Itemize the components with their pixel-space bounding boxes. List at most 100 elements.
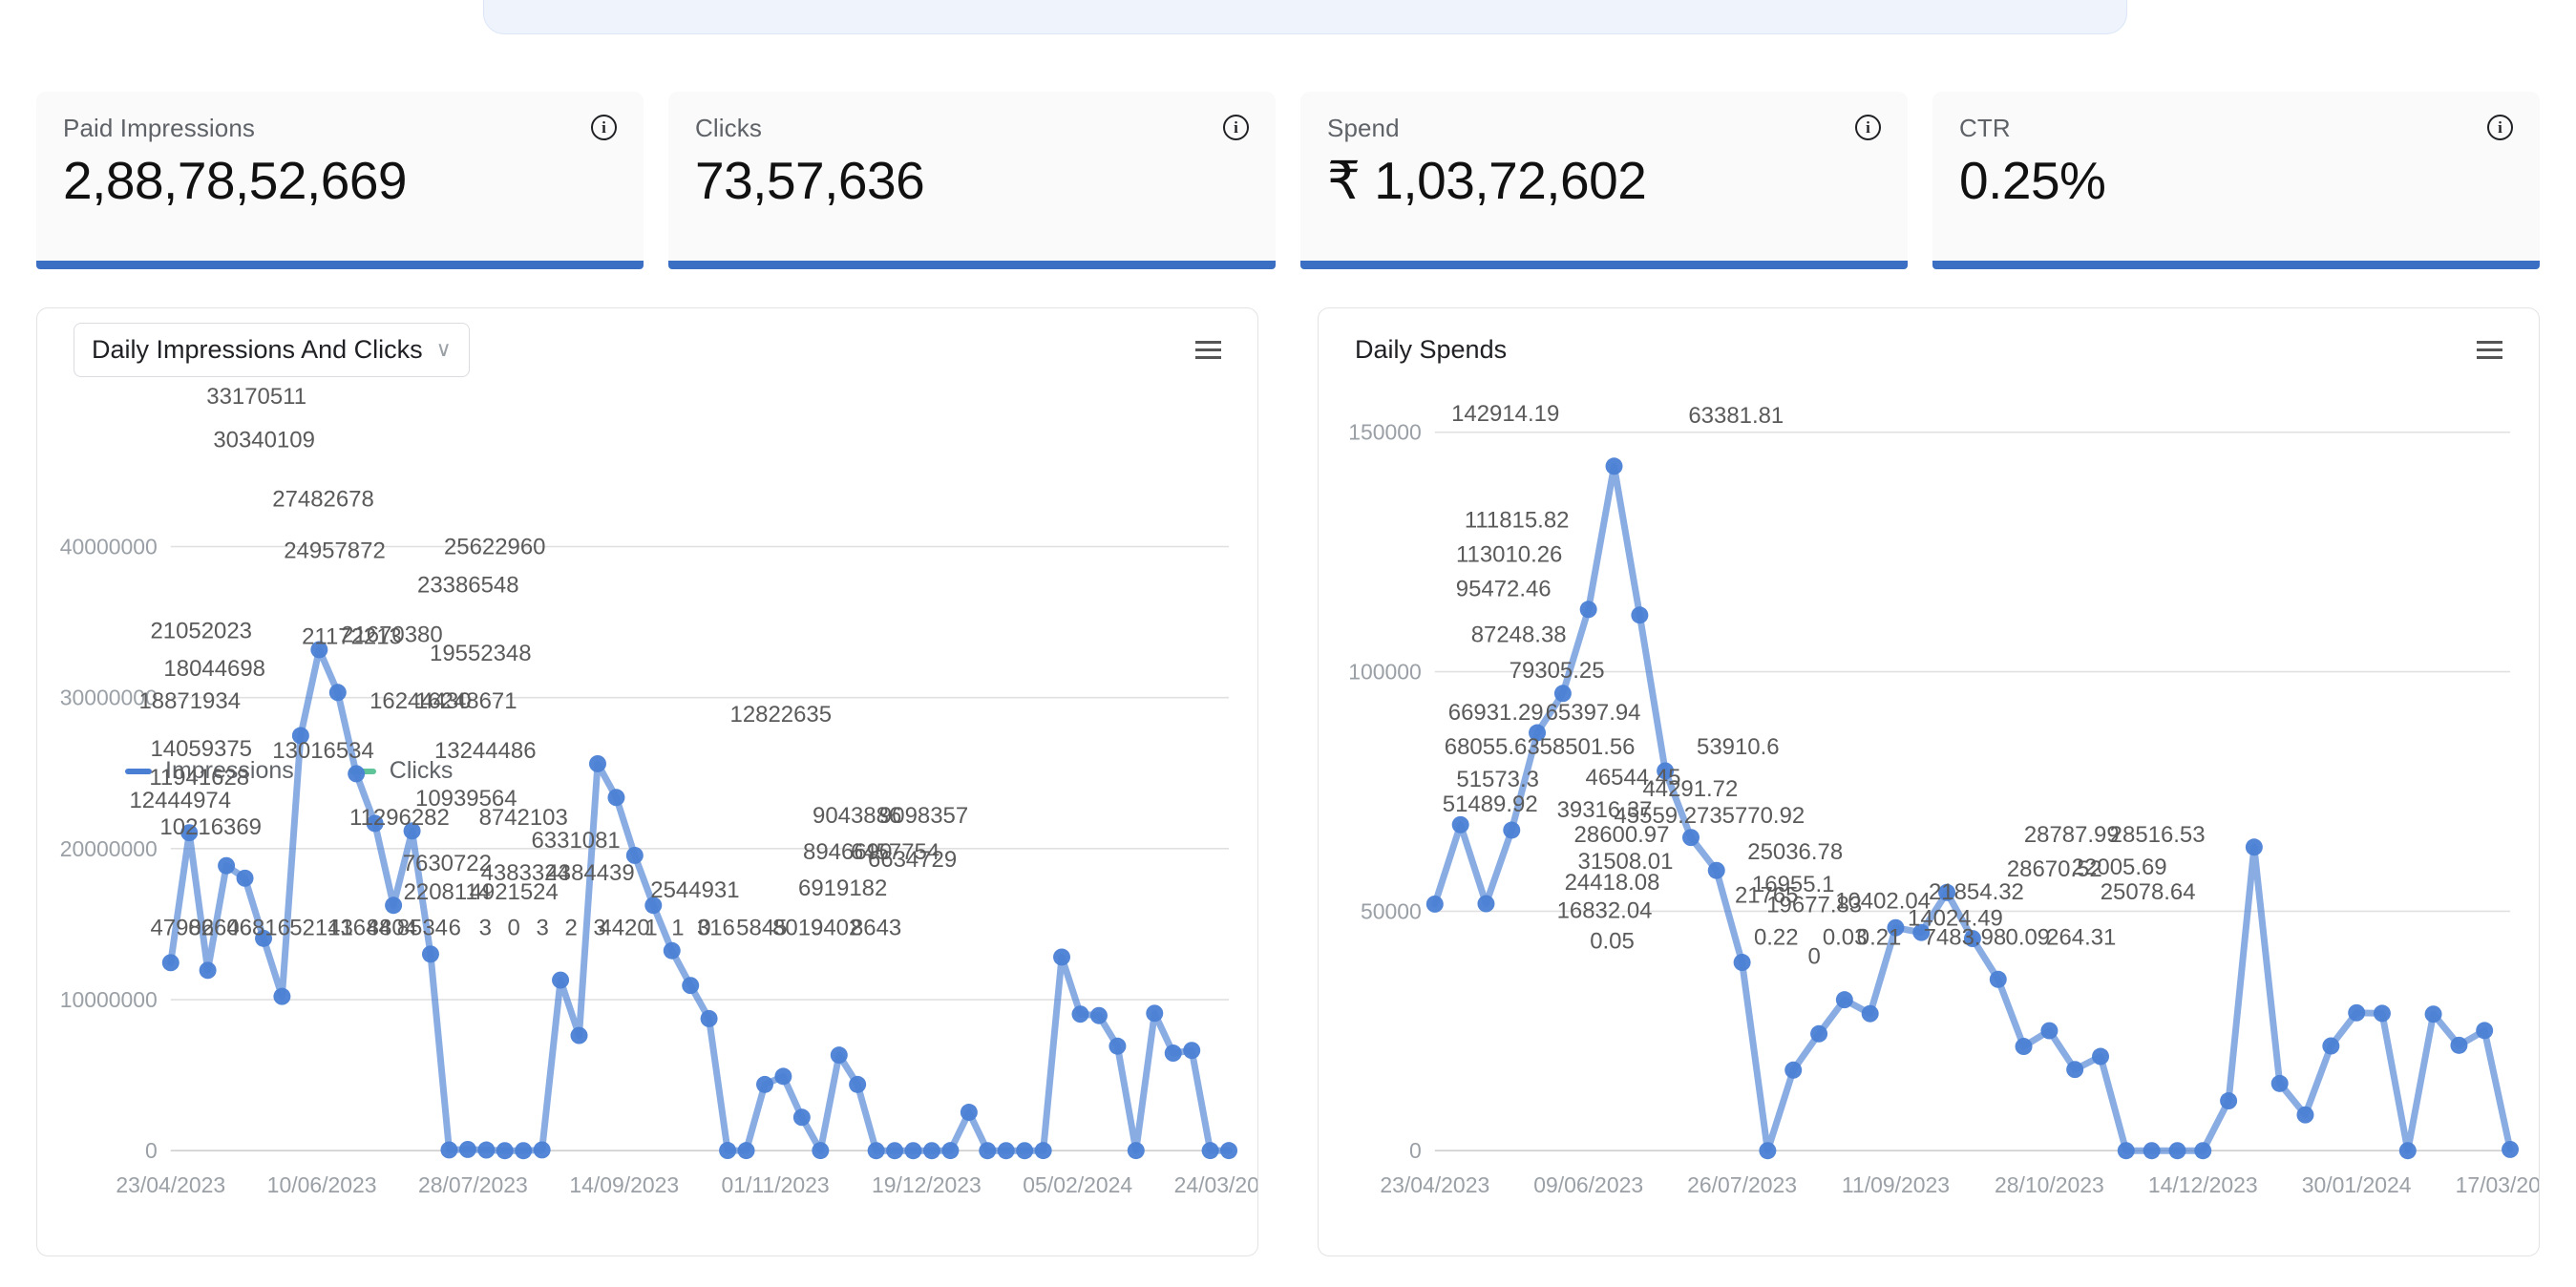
svg-text:28600.97: 28600.97 bbox=[1574, 822, 1670, 848]
svg-text:100000: 100000 bbox=[1348, 660, 1422, 685]
svg-text:01/11/2023: 01/11/2023 bbox=[722, 1172, 830, 1197]
info-icon[interactable]: i bbox=[1223, 115, 1249, 140]
svg-text:7630722: 7630722 bbox=[403, 851, 492, 876]
svg-text:33170511: 33170511 bbox=[206, 384, 306, 410]
svg-text:13016534: 13016534 bbox=[272, 738, 374, 764]
kpi-header: CTR i bbox=[1959, 115, 2513, 142]
svg-text:3: 3 bbox=[537, 916, 549, 941]
chart-panels: Daily Impressions And Clicks ∨ Impressio… bbox=[36, 307, 2540, 1256]
svg-text:28787.99: 28787.99 bbox=[2024, 822, 2120, 848]
svg-text:23/04/2023: 23/04/2023 bbox=[116, 1172, 225, 1197]
svg-text:10/06/2023: 10/06/2023 bbox=[267, 1172, 377, 1197]
panel-daily-spends: Daily Spends 0 50000 100000 150000 23/04/202… bbox=[1318, 307, 2540, 1256]
svg-text:0.22: 0.22 bbox=[1754, 925, 1799, 951]
svg-text:21854.32: 21854.32 bbox=[1929, 879, 2024, 905]
svg-text:51573.3: 51573.3 bbox=[1456, 767, 1539, 792]
svg-text:26/07/2023: 26/07/2023 bbox=[1687, 1172, 1797, 1197]
svg-text:2: 2 bbox=[564, 916, 577, 941]
svg-text:24/03/2024: 24/03/2024 bbox=[1174, 1172, 1257, 1197]
svg-text:6457754: 6457754 bbox=[851, 839, 940, 865]
svg-text:6331081: 6331081 bbox=[532, 828, 621, 854]
svg-text:0: 0 bbox=[1808, 944, 1821, 970]
svg-text:68055.63: 68055.63 bbox=[1445, 734, 1540, 760]
svg-text:46816: 46816 bbox=[226, 916, 290, 941]
svg-text:21172213: 21172213 bbox=[302, 623, 402, 649]
svg-text:16244430: 16244430 bbox=[370, 688, 472, 714]
kpi-card-spend[interactable]: Spend i ₹ 1,03,72,602 bbox=[1300, 92, 1908, 269]
svg-text:0: 0 bbox=[1409, 1138, 1422, 1163]
svg-text:25622960: 25622960 bbox=[444, 534, 546, 559]
svg-text:28516.53: 28516.53 bbox=[2110, 822, 2206, 848]
svg-text:21052023: 21052023 bbox=[150, 618, 252, 644]
svg-text:2208114: 2208114 bbox=[404, 879, 491, 905]
kpi-card-clicks[interactable]: Clicks i 73,57,636 bbox=[668, 92, 1276, 269]
svg-text:0.21: 0.21 bbox=[1857, 925, 1902, 951]
svg-text:264.31: 264.31 bbox=[2046, 925, 2116, 951]
svg-text:53910.6: 53910.6 bbox=[1697, 734, 1780, 760]
kpi-value: 2,88,78,52,669 bbox=[63, 150, 408, 210]
svg-text:22005.69: 22005.69 bbox=[2072, 854, 2167, 880]
svg-text:6: 6 bbox=[449, 916, 461, 941]
svg-text:0.05: 0.05 bbox=[1590, 929, 1635, 955]
svg-text:25036.78: 25036.78 bbox=[1747, 839, 1843, 865]
svg-text:0: 0 bbox=[698, 916, 710, 941]
info-icon[interactable]: i bbox=[1855, 115, 1881, 140]
svg-text:1: 1 bbox=[644, 916, 657, 941]
svg-text:65397.94: 65397.94 bbox=[1546, 700, 1641, 726]
svg-text:4383324: 4383324 bbox=[481, 860, 570, 886]
svg-text:0: 0 bbox=[145, 1138, 158, 1163]
svg-text:66931.29: 66931.29 bbox=[1448, 700, 1544, 726]
kpi-card-paid-impressions[interactable]: Paid Impressions i 2,88,78,52,669 bbox=[36, 92, 644, 269]
panel-daily-impressions-and-clicks: Daily Impressions And Clicks ∨ Impressio… bbox=[36, 307, 1258, 1256]
top-banner bbox=[483, 0, 2127, 34]
svg-text:87248.38: 87248.38 bbox=[1471, 622, 1567, 647]
svg-text:6919182: 6919182 bbox=[798, 876, 887, 901]
svg-text:8534: 8534 bbox=[397, 916, 448, 941]
svg-text:25078.64: 25078.64 bbox=[2101, 879, 2196, 905]
svg-text:20000000: 20000000 bbox=[60, 836, 158, 861]
svg-text:40000000: 40000000 bbox=[60, 534, 158, 559]
kpi-label: Spend bbox=[1327, 114, 1400, 142]
svg-text:2544931: 2544931 bbox=[650, 877, 739, 903]
svg-text:39316.37: 39316.37 bbox=[1557, 797, 1653, 823]
svg-text:4420: 4420 bbox=[599, 916, 649, 941]
info-icon[interactable]: i bbox=[591, 115, 617, 140]
svg-text:19552348: 19552348 bbox=[430, 641, 532, 666]
svg-text:23386548: 23386548 bbox=[417, 572, 519, 598]
kpi-value: 73,57,636 bbox=[695, 150, 925, 210]
kpi-value: ₹ 1,03,72,602 bbox=[1327, 150, 1647, 210]
svg-text:9043886: 9043886 bbox=[813, 803, 901, 829]
svg-text:8742103: 8742103 bbox=[479, 805, 568, 831]
kpi-card-ctr[interactable]: CTR i 0.25% bbox=[1932, 92, 2540, 269]
svg-text:16955.1: 16955.1 bbox=[1752, 872, 1835, 897]
svg-text:14/09/2023: 14/09/2023 bbox=[569, 1172, 679, 1197]
svg-text:05/02/2024: 05/02/2024 bbox=[1023, 1172, 1132, 1197]
svg-text:3: 3 bbox=[479, 916, 492, 941]
svg-text:79305.25: 79305.25 bbox=[1510, 658, 1605, 684]
kpi-label: CTR bbox=[1959, 114, 2011, 142]
plot-impressions-clicks: 0 10000000 20000000 30000000 40000000 23/04/2… bbox=[37, 308, 1257, 1255]
svg-text:28/07/2023: 28/07/2023 bbox=[418, 1172, 528, 1197]
svg-text:12822635: 12822635 bbox=[730, 702, 833, 728]
svg-text:10402.04: 10402.04 bbox=[1835, 889, 1931, 915]
svg-text:95472.46: 95472.46 bbox=[1456, 576, 1552, 601]
info-icon[interactable]: i bbox=[2487, 115, 2513, 140]
kpi-header: Clicks i bbox=[695, 115, 1249, 142]
svg-text:51489.92: 51489.92 bbox=[1443, 791, 1538, 817]
svg-text:09/06/2023: 09/06/2023 bbox=[1533, 1172, 1643, 1197]
svg-text:5845: 5845 bbox=[736, 916, 787, 941]
kpi-header: Spend i bbox=[1327, 115, 1881, 142]
svg-text:10000000: 10000000 bbox=[60, 987, 158, 1012]
svg-text:11941628: 11941628 bbox=[149, 765, 249, 791]
kpi-label: Clicks bbox=[695, 114, 762, 142]
svg-text:27482678: 27482678 bbox=[272, 487, 374, 513]
svg-text:111815.82: 111815.82 bbox=[1465, 508, 1570, 534]
svg-text:7483.98: 7483.98 bbox=[1924, 925, 2007, 951]
svg-text:10216369: 10216369 bbox=[159, 814, 262, 840]
plot-daily-spends: 0 50000 100000 150000 23/04/2023 09/06/2023 26… bbox=[1319, 308, 2539, 1255]
kpi-card-row: Paid Impressions i 2,88,78,52,669 Clicks… bbox=[36, 92, 2540, 269]
kpi-header: Paid Impressions i bbox=[63, 115, 617, 142]
svg-text:142914.19: 142914.19 bbox=[1451, 401, 1559, 427]
svg-text:24957872: 24957872 bbox=[284, 538, 386, 563]
svg-text:50000: 50000 bbox=[1361, 898, 1422, 923]
